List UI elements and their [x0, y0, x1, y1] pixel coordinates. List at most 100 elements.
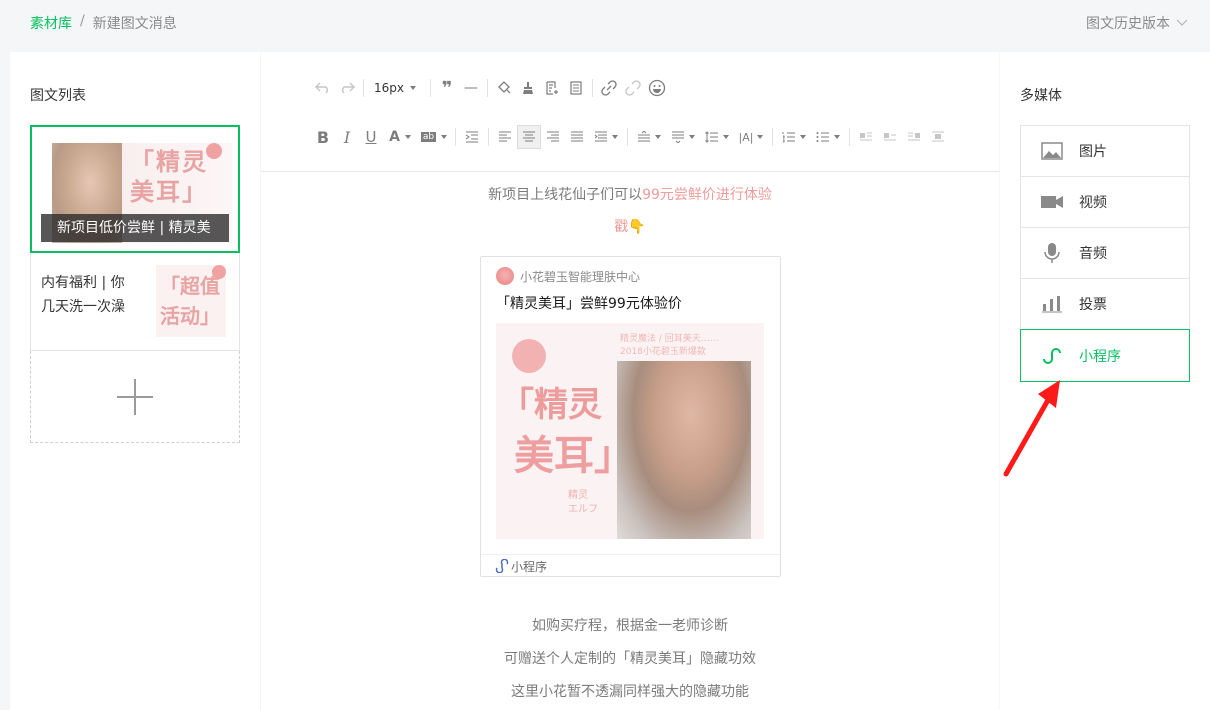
miniprogram-source-name: 小花碧玉智能理肤中心 — [520, 269, 641, 284]
poster-photo — [617, 361, 751, 539]
font-size-value: 16px — [374, 81, 404, 95]
align-left-icon[interactable] — [493, 125, 517, 149]
caret-down-icon — [834, 135, 840, 139]
article-list-panel: 图文列表 「精灵 美耳」 新项目低价尝鲜 | 精灵美 内有福利 | 你几天洗一次… — [10, 52, 260, 710]
media-item-image[interactable]: 图片 — [1021, 126, 1189, 177]
format-painter-icon[interactable] — [492, 76, 516, 100]
list-spacing-icon[interactable] — [589, 125, 623, 149]
line-height-icon[interactable] — [700, 125, 734, 149]
caret-down-icon — [655, 135, 661, 139]
paragraph-before-icon[interactable] — [632, 125, 666, 149]
miniprogram-icon — [495, 559, 509, 573]
toolbar-divider — [772, 128, 773, 146]
miniprogram-poster: 精灵魔法 / 回耳美天…… 2018小花碧玉新爆款 「精灵 美耳」 精灵 エルフ — [496, 323, 764, 539]
article-card-main[interactable]: 「精灵 美耳」 新项目低价尝鲜 | 精灵美 — [30, 125, 240, 253]
underline-icon[interactable]: U — [359, 125, 383, 149]
caret-down-icon — [404, 135, 411, 139]
font-color-icon[interactable]: A — [383, 125, 417, 149]
plus-icon — [117, 378, 153, 415]
toolbar-divider — [592, 79, 593, 97]
caret-down-icon — [689, 135, 695, 139]
insert-template-icon[interactable] — [540, 76, 564, 100]
content-line-1-highlight: 99元尝鲜价进行体验 — [642, 187, 772, 203]
clear-format-icon[interactable] — [516, 76, 540, 100]
unlink-icon[interactable] — [621, 76, 645, 100]
article-list-title: 图文列表 — [30, 88, 86, 104]
unordered-list-icon[interactable] — [811, 125, 845, 149]
toolbar-row-2: B I U A ab |A| — [311, 125, 950, 149]
align-center-icon[interactable] — [517, 125, 541, 149]
thumbnail-text: 「超值 活动」 — [160, 274, 220, 328]
caret-down-icon — [410, 86, 416, 90]
annotation-arrow-icon — [1003, 380, 1060, 477]
media-item-poll[interactable]: 投票 — [1021, 279, 1189, 330]
toolbar-divider — [627, 128, 628, 146]
content-line-2: 戳👇 — [614, 219, 646, 235]
align-right-icon[interactable] — [541, 125, 565, 149]
breadcrumb-current: 新建图文消息 — [92, 16, 177, 32]
video-icon — [1041, 192, 1063, 212]
caret-down-icon — [723, 135, 729, 139]
media-item-audio[interactable]: 音频 — [1021, 228, 1189, 279]
editor-content[interactable]: 新项目上线花仙子们可以99元尝鲜价进行体验 戳👇 小花碧玉智能理肤中心 「精灵美… — [261, 172, 999, 710]
poster-small-text: 精灵魔法 / 回耳美天…… 2018小花碧玉新爆款 — [620, 334, 719, 357]
source-avatar — [496, 267, 514, 285]
multimedia-list: 图片 视频 音频 投票 小程序 — [1020, 125, 1190, 382]
quote-icon[interactable]: ❞ — [435, 76, 459, 100]
paragraph-after-icon[interactable] — [666, 125, 700, 149]
float-center-icon[interactable] — [926, 125, 950, 149]
miniprogram-card[interactable]: 小花碧玉智能理肤中心 「精灵美耳」尝鲜99元体验价 精灵魔法 / 回耳美天…… … — [480, 256, 781, 577]
editor-toolbar: 16px ❞ — B I U A ab |A| — [261, 52, 999, 172]
editor-panel: 16px ❞ — B I U A ab |A| 新项目上线花仙子们可以99元尝鲜… — [261, 52, 999, 710]
italic-icon[interactable]: I — [335, 125, 359, 149]
top-bar: 素材库 / 新建图文消息 图文历史版本 — [0, 0, 1210, 52]
bold-icon[interactable]: B — [311, 125, 335, 149]
breadcrumb-root-link[interactable]: 素材库 — [30, 13, 72, 33]
history-version-dropdown[interactable]: 图文历史版本 — [1086, 13, 1188, 33]
undo-icon[interactable] — [311, 76, 335, 100]
toolbar-divider — [488, 128, 489, 146]
float-none-icon[interactable] — [878, 125, 902, 149]
poster-headline-1: 「精灵 — [500, 385, 602, 425]
article-card-second[interactable]: 内有福利 | 你几天洗一次澡 「超值 活动」 — [30, 253, 240, 351]
indent-icon[interactable] — [460, 125, 484, 149]
content-para-1: 如购买疗程，根据金一老师诊断 — [532, 618, 728, 634]
horizontal-rule-icon[interactable]: — — [459, 76, 483, 100]
add-article-button[interactable] — [30, 351, 240, 443]
content-line-1-text: 新项目上线花仙子们可以 — [488, 187, 643, 203]
media-item-label: 投票 — [1079, 297, 1107, 313]
media-item-label: 音频 — [1079, 246, 1107, 262]
caret-down-icon — [800, 135, 806, 139]
font-size-select[interactable]: 16px — [374, 81, 416, 95]
ordered-list-icon[interactable] — [777, 125, 811, 149]
toolbar-divider — [849, 128, 850, 146]
history-version-label: 图文历史版本 — [1086, 16, 1170, 32]
content-line-1: 新项目上线花仙子们可以99元尝鲜价进行体验 — [261, 184, 999, 204]
miniprogram-source: 小花碧玉智能理肤中心 — [496, 267, 640, 285]
toolbar-divider — [363, 79, 364, 97]
link-icon[interactable] — [597, 76, 621, 100]
media-item-video[interactable]: 视频 — [1021, 177, 1189, 228]
redo-icon[interactable] — [335, 76, 359, 100]
article-caption: 新项目低价尝鲜 | 精灵美 — [41, 214, 229, 242]
poster-logo — [512, 339, 546, 373]
paste-icon[interactable] — [564, 76, 588, 100]
miniprogram-footer: 小程序 — [481, 554, 780, 577]
thumbnail-logo-dot — [212, 265, 226, 279]
toolbar-row-1: 16px ❞ — — [311, 76, 669, 100]
miniprogram-footer-label: 小程序 — [511, 559, 548, 574]
background-color-icon[interactable]: ab — [417, 125, 451, 149]
image-icon — [1041, 141, 1063, 161]
float-right-icon[interactable] — [902, 125, 926, 149]
letter-spacing-icon[interactable]: |A| — [734, 125, 768, 149]
emoji-icon[interactable] — [645, 76, 669, 100]
align-justify-icon[interactable] — [565, 125, 589, 149]
poster-signature: 精灵 エルフ — [568, 490, 598, 515]
caret-down-icon — [757, 135, 764, 139]
microphone-icon — [1041, 243, 1063, 263]
float-left-icon[interactable] — [854, 125, 878, 149]
content-para-3: 这里小花暂不透漏同样强大的隐藏功能 — [511, 684, 749, 700]
cover-text: 「精灵 美耳」 — [130, 147, 208, 206]
miniprogram-icon — [1041, 346, 1063, 366]
toolbar-divider — [455, 128, 456, 146]
